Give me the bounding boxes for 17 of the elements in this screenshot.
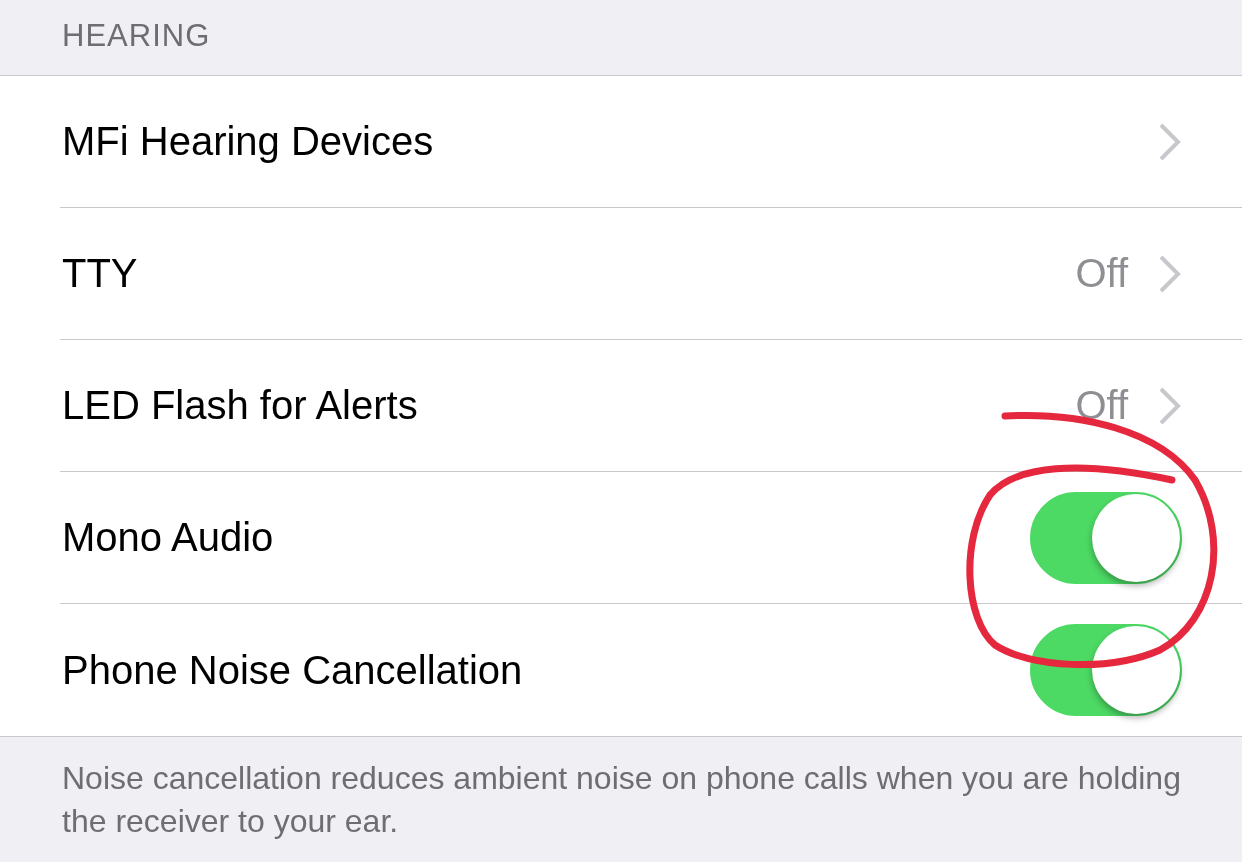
row-value: Off	[1075, 383, 1128, 428]
row-label: TTY	[61, 251, 138, 296]
row-label: LED Flash for Alerts	[61, 383, 418, 428]
toggle-switch[interactable]	[1030, 624, 1182, 716]
chevron-icon	[1158, 253, 1182, 294]
row-label: MFi Hearing Devices	[61, 119, 434, 164]
settings-row[interactable]: LED Flash for Alerts Off	[60, 340, 1242, 472]
row-value: Off	[1075, 251, 1128, 296]
section-header: HEARING	[62, 18, 211, 53]
settings-row[interactable]: TTY Off	[60, 208, 1242, 340]
footer-note: Noise cancellation reduces ambient noise on phone calls when you are holding the receiver to your ear.	[62, 759, 1182, 841]
settings-row[interactable]: MFi Hearing Devices	[60, 76, 1242, 208]
row-label: Mono Audio	[61, 515, 274, 560]
chevron-icon	[1158, 385, 1182, 426]
toggle-switch[interactable]	[1030, 491, 1182, 584]
row-label: Phone Noise Cancellation	[61, 647, 523, 693]
chevron-icon	[1158, 121, 1182, 162]
